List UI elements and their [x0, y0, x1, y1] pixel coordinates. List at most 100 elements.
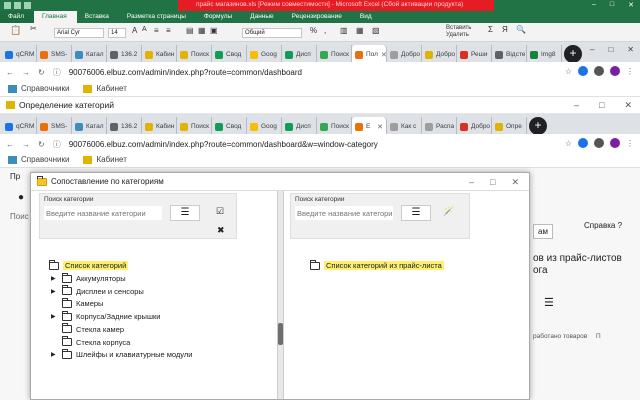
menu-button[interactable]: ☰: [170, 205, 200, 221]
font-shrink-icon[interactable]: A: [142, 26, 147, 33]
tree-item[interactable]: Камеры: [51, 297, 103, 308]
menu-button[interactable]: ☰: [401, 205, 431, 221]
expand-arrow-icon[interactable]: ▶: [51, 288, 58, 295]
admin-peek-button[interactable]: ам: [533, 224, 553, 239]
paste-button[interactable]: 📋: [6, 25, 26, 39]
ribbon-tab[interactable]: Формулы: [196, 11, 242, 23]
forward-icon[interactable]: →: [22, 140, 30, 149]
clear-icon[interactable]: ✖: [217, 225, 225, 236]
tree-item[interactable]: Стекла камер: [51, 323, 124, 334]
avatar[interactable]: [610, 138, 620, 148]
minimize-icon[interactable]: –: [574, 100, 579, 111]
menu-icon[interactable]: ⋮: [626, 67, 634, 76]
menu-icon[interactable]: ⋮: [626, 139, 634, 148]
tree-item[interactable]: ▶ Корпуса/Задние крышки: [51, 310, 160, 321]
maximize-icon[interactable]: □: [608, 45, 613, 54]
align-icon[interactable]: ≡: [154, 26, 159, 35]
merge-icon[interactable]: ▦: [198, 26, 206, 35]
pricelist-search-input[interactable]: [295, 206, 393, 220]
tree-item[interactable]: Стекла корпуса: [51, 336, 130, 347]
autosum-icon[interactable]: Σ: [488, 25, 493, 34]
ribbon-tab[interactable]: Разметка страницы: [119, 11, 196, 23]
url-text[interactable]: 90076006.elbuz.com/admin/index.php?route…: [69, 140, 378, 149]
check-all-icon[interactable]: ☑: [216, 206, 224, 217]
forward-icon[interactable]: →: [22, 68, 30, 77]
reload-icon[interactable]: ↻: [38, 68, 45, 77]
security-icon[interactable]: ⓘ: [53, 67, 61, 78]
find-icon[interactable]: 🔍: [516, 25, 526, 34]
extension-icon[interactable]: [578, 66, 588, 76]
maximize-icon[interactable]: □: [610, 1, 614, 9]
tree-item-label: Аккумуляторы: [76, 274, 126, 283]
bookmark-cabinet[interactable]: Кабинет: [83, 84, 127, 93]
bookmark-cabinet[interactable]: Кабинет: [83, 155, 127, 164]
percent-icon[interactable]: %: [310, 26, 317, 35]
maximize-icon[interactable]: □: [599, 100, 604, 111]
close-icon[interactable]: ✕: [624, 100, 632, 111]
close-tab-icon[interactable]: ✕: [377, 123, 383, 131]
table-format-icon[interactable]: ▦: [356, 26, 364, 35]
extensions-puzzle-icon[interactable]: [594, 138, 604, 148]
url-text[interactable]: 90076006.elbuz.com/admin/index.php?route…: [69, 68, 302, 77]
minimize-icon[interactable]: –: [590, 45, 594, 54]
expand-arrow-icon[interactable]: ▶: [51, 313, 58, 320]
font-size-select[interactable]: 14: [108, 28, 126, 38]
security-icon[interactable]: ⓘ: [53, 139, 61, 150]
sort-filter-icon[interactable]: Я: [502, 25, 508, 34]
minimize-icon[interactable]: –: [592, 1, 596, 9]
reload-icon[interactable]: ↻: [38, 140, 45, 149]
format-icon[interactable]: ▣: [210, 26, 218, 35]
delete-cells-button[interactable]: Удалить: [446, 32, 469, 38]
close-icon[interactable]: ✕: [511, 177, 519, 188]
maximize-icon[interactable]: □: [490, 177, 495, 188]
category-search-input[interactable]: [44, 206, 162, 220]
tree-item[interactable]: ▶ Дисплеи и сенсоры: [51, 285, 144, 296]
number-format-select[interactable]: Общий: [242, 28, 302, 38]
wrap-icon[interactable]: ▤: [186, 26, 194, 35]
tab-label: Как с: [401, 123, 417, 130]
avatar[interactable]: [610, 66, 620, 76]
ribbon-tab[interactable]: Файл: [0, 11, 34, 23]
star-icon[interactable]: ☆: [565, 139, 572, 148]
comma-icon[interactable]: ,: [324, 26, 326, 35]
magic-wand-icon[interactable]: 🪄: [443, 206, 454, 217]
expand-arrow-icon[interactable]: ▶: [51, 275, 58, 282]
back-icon[interactable]: ←: [6, 140, 14, 149]
font-grow-icon[interactable]: A: [132, 26, 137, 35]
back-icon[interactable]: ←: [6, 68, 14, 77]
font-name-select[interactable]: Arial Cyr: [54, 28, 104, 38]
pricelist-tree-root[interactable]: Список категорий из прайс-листа: [310, 259, 444, 270]
redo-icon[interactable]: [24, 2, 31, 9]
add-icon[interactable]: ●: [18, 192, 24, 203]
conditional-format-icon[interactable]: ▥: [340, 26, 348, 35]
ribbon-tab[interactable]: Вставка: [77, 11, 119, 23]
undo-icon[interactable]: [14, 2, 21, 9]
ribbon-tab[interactable]: Рецензирование: [284, 11, 352, 23]
help-link[interactable]: Справка ?: [584, 221, 622, 230]
save-icon[interactable]: [4, 2, 11, 9]
close-tab-icon[interactable]: ✕: [381, 51, 386, 59]
ribbon-tab[interactable]: Данные: [242, 11, 283, 23]
extension-icon[interactable]: [578, 138, 588, 148]
minimize-icon[interactable]: –: [469, 177, 474, 188]
bookmark-references[interactable]: Справочники: [8, 155, 69, 164]
star-icon[interactable]: ☆: [565, 67, 572, 76]
expand-arrow-icon[interactable]: ▶: [51, 351, 58, 358]
insert-cells-button[interactable]: Вставить: [446, 25, 471, 31]
ribbon-tab[interactable]: Главная: [33, 11, 77, 23]
ribbon-tab[interactable]: Вид: [352, 11, 382, 23]
new-tab-button[interactable]: +: [529, 117, 547, 135]
cell-style-icon[interactable]: ▧: [372, 26, 380, 35]
new-tab-button[interactable]: +: [564, 45, 582, 63]
tree-item[interactable]: ▶ Аккумуляторы: [51, 272, 126, 283]
close-icon[interactable]: ✕: [627, 45, 634, 54]
hamburger-icon[interactable]: ☰: [544, 296, 554, 309]
extensions-puzzle-icon[interactable]: [594, 66, 604, 76]
tree-item[interactable]: ▶ Шлейфы и клавиатурные модули: [51, 348, 192, 359]
close-icon[interactable]: ✕: [628, 1, 634, 9]
tree-root[interactable]: Список категорий: [49, 259, 129, 270]
cut-icon[interactable]: ✂: [30, 24, 37, 33]
bookmark-references[interactable]: Справочники: [8, 84, 69, 93]
quick-access-toolbar[interactable]: [4, 2, 31, 9]
indent-icon[interactable]: ≡: [166, 26, 171, 35]
